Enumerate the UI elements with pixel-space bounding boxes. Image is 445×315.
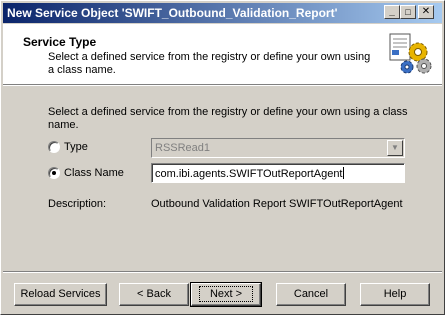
description-label: Description: bbox=[48, 198, 107, 210]
next-button-label: Next > bbox=[198, 286, 254, 302]
type-select: RSSRead1 ▼ bbox=[151, 138, 405, 158]
wizard-header: Service Type Select a defined service fr… bbox=[3, 24, 442, 84]
class-name-radio[interactable] bbox=[48, 167, 60, 179]
help-button[interactable]: Help bbox=[360, 283, 430, 306]
cancel-button[interactable]: Cancel bbox=[276, 283, 346, 306]
type-label[interactable]: Type bbox=[64, 141, 88, 153]
reload-services-button[interactable]: Reload Services bbox=[14, 283, 107, 306]
back-button[interactable]: < Back bbox=[119, 283, 189, 306]
title-bar[interactable]: New Service Object 'SWIFT_Outbound_Valid… bbox=[3, 3, 442, 23]
minimize-button[interactable]: _ bbox=[384, 5, 400, 19]
description-value: Outbound Validation Report SWIFTOutRepor… bbox=[151, 198, 403, 210]
dropdown-arrow-icon: ▼ bbox=[387, 140, 403, 156]
close-button[interactable]: ✕ bbox=[418, 5, 434, 19]
type-radio[interactable] bbox=[48, 141, 60, 153]
dialog-window: New Service Object 'SWIFT_Outbound_Valid… bbox=[0, 0, 445, 315]
maximize-button[interactable]: □ bbox=[400, 5, 416, 19]
radio-selected-dot bbox=[52, 171, 56, 175]
service-gears-icon bbox=[389, 33, 432, 74]
header-divider-highlight bbox=[3, 85, 442, 86]
footer-divider-highlight bbox=[3, 272, 442, 273]
page-title: Service Type bbox=[23, 35, 97, 49]
intro-text: Select a defined service from the regist… bbox=[48, 106, 408, 131]
page-subtitle: Select a defined service from the regist… bbox=[48, 51, 371, 76]
next-button[interactable]: Next > bbox=[190, 282, 262, 307]
type-select-value: RSSRead1 bbox=[155, 142, 211, 154]
class-name-label[interactable]: Class Name bbox=[64, 167, 124, 179]
window-title: New Service Object 'SWIFT_Outbound_Valid… bbox=[7, 6, 338, 20]
class-name-value: com.ibi.agents.SWIFTOutReportAgent bbox=[155, 168, 343, 180]
text-caret bbox=[342, 167, 344, 179]
class-name-field[interactable]: com.ibi.agents.SWIFTOutReportAgent bbox=[151, 163, 405, 183]
